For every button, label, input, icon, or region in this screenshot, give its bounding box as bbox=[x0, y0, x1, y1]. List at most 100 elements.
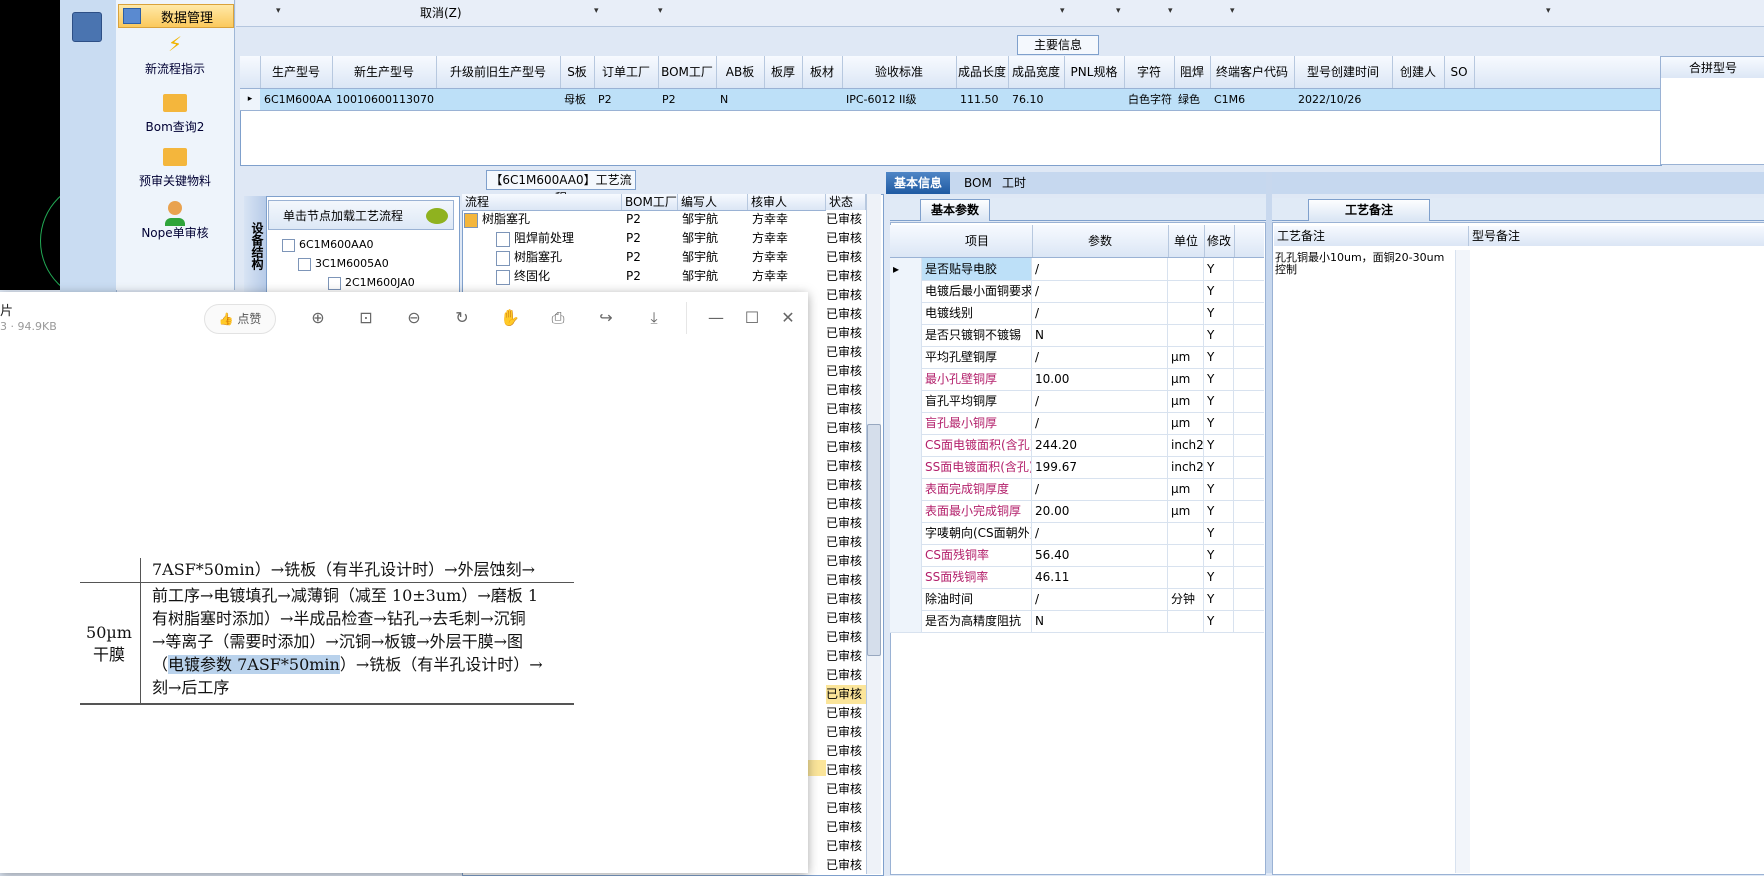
col-header[interactable]: 终端客户代码 bbox=[1210, 56, 1295, 88]
status-cell[interactable]: 已审核 bbox=[826, 381, 868, 400]
param-value[interactable]: / bbox=[1032, 588, 1168, 610]
col-header[interactable]: 生产型号 bbox=[260, 56, 333, 88]
col-unit[interactable]: 单位 bbox=[1168, 225, 1205, 257]
table-cell[interactable]: 10010600113070 bbox=[332, 89, 436, 110]
craft-note-text[interactable]: 孔孔铜最小10um，面铜20-30um控制 bbox=[1275, 252, 1451, 276]
table-cell[interactable] bbox=[1064, 89, 1124, 110]
col-header[interactable]: 成品长度 bbox=[956, 56, 1009, 88]
table-row[interactable]: 字唛朝向(CS面朝外) / Y bbox=[890, 522, 1264, 545]
status-cell[interactable]: 已审核 bbox=[826, 552, 868, 571]
calculator-icon[interactable] bbox=[72, 12, 102, 42]
status-cell[interactable]: 已审核 bbox=[826, 438, 868, 457]
tab-basic-params[interactable]: 基本参数 bbox=[920, 199, 990, 221]
table-row[interactable]: SS面电镀面积(含孔) 199.67 inch2 Y bbox=[890, 456, 1264, 479]
status-cell[interactable]: 已审核 bbox=[826, 457, 868, 476]
table-row[interactable]: 盲孔平均铜厚 / µm Y bbox=[890, 390, 1264, 413]
table-row[interactable]: 盲孔最小铜厚 / µm Y bbox=[890, 412, 1264, 435]
status-cell[interactable]: 已审核 bbox=[826, 533, 868, 552]
dropdown-arrow-icon[interactable]: ▾ bbox=[594, 6, 599, 16]
param-value[interactable]: / bbox=[1032, 346, 1168, 368]
param-value[interactable]: 46.11 bbox=[1032, 566, 1168, 588]
table-row[interactable]: 电镀线别 / Y bbox=[890, 302, 1264, 325]
dropdown-arrow-icon[interactable]: ▾ bbox=[1230, 6, 1235, 16]
param-value[interactable]: / bbox=[1032, 280, 1168, 302]
rotate-icon[interactable]: ↻ bbox=[452, 308, 472, 328]
tab-craft-notes[interactable]: 工艺备注 bbox=[1308, 199, 1430, 221]
col-header[interactable]: 字符 bbox=[1124, 56, 1175, 88]
param-value[interactable]: / bbox=[1032, 522, 1168, 544]
status-cell[interactable]: 已审核 bbox=[826, 476, 868, 495]
status-cell[interactable]: 已审核 bbox=[826, 685, 868, 704]
status-cell[interactable]: 已审核 bbox=[826, 362, 868, 381]
table-row[interactable]: 树脂塞孔 P2 邹宇航 方幸幸 bbox=[462, 248, 826, 267]
tree-vertical-tab[interactable]: 设备结构 bbox=[244, 196, 267, 296]
nav-item-key-materials[interactable]: 预审关键物料 bbox=[116, 144, 234, 189]
table-cell[interactable]: 111.50 bbox=[956, 89, 1008, 110]
status-cell[interactable]: 已审核 bbox=[826, 856, 868, 875]
param-value[interactable]: / bbox=[1032, 258, 1168, 280]
status-cell[interactable]: 已审核 bbox=[826, 229, 868, 248]
table-cell[interactable]: 绿色 bbox=[1174, 89, 1210, 110]
col-header[interactable]: 订单工厂 bbox=[594, 56, 659, 88]
status-cell[interactable]: 已审核 bbox=[826, 495, 868, 514]
col-header[interactable]: BOM工厂 bbox=[658, 56, 717, 88]
status-cell[interactable]: 已审核 bbox=[826, 799, 868, 818]
table-cell[interactable]: P2 bbox=[594, 89, 658, 110]
status-cell[interactable]: 已审核 bbox=[826, 647, 868, 666]
table-cell[interactable] bbox=[802, 89, 842, 110]
close-icon[interactable]: ✕ bbox=[778, 308, 798, 327]
col-header[interactable]: 创建人 bbox=[1392, 56, 1445, 88]
param-value[interactable]: 20.00 bbox=[1032, 500, 1168, 522]
fit-icon[interactable]: ⊡ bbox=[356, 308, 376, 328]
dropdown-arrow-icon[interactable]: ▾ bbox=[1168, 6, 1173, 16]
status-cell[interactable]: 已审核 bbox=[826, 780, 868, 799]
status-cell[interactable]: 已审核 bbox=[826, 723, 868, 742]
table-cell[interactable] bbox=[764, 89, 802, 110]
status-cell[interactable]: 已审核 bbox=[826, 609, 868, 628]
param-value[interactable]: N bbox=[1032, 324, 1168, 346]
nav-item-nope-review[interactable]: Nope单审核 bbox=[116, 196, 234, 241]
nav-item-bom-query[interactable]: Bom查询2 bbox=[116, 90, 234, 135]
status-cell[interactable]: 已审核 bbox=[826, 286, 868, 305]
status-cell[interactable]: 已审核 bbox=[826, 742, 868, 761]
param-value[interactable]: / bbox=[1032, 302, 1168, 324]
col-param[interactable]: 参数 bbox=[1032, 225, 1169, 257]
dropdown-arrow-icon[interactable]: ▾ bbox=[1116, 6, 1121, 16]
status-cell[interactable]: 已审核 bbox=[826, 324, 868, 343]
selected-text[interactable]: 电镀参数 7ASF*50min bbox=[168, 655, 340, 674]
table-cell[interactable] bbox=[436, 89, 560, 110]
table-cell[interactable]: N bbox=[716, 89, 764, 110]
param-value[interactable]: / bbox=[1032, 412, 1168, 434]
status-cell[interactable]: 已审核 bbox=[826, 514, 868, 533]
col-modify[interactable]: 修改 bbox=[1204, 225, 1235, 257]
doc-line-highlighted[interactable]: （电镀参数 7ASF*50min）→铣板（有半孔设计时）→ bbox=[152, 653, 574, 676]
table-cell[interactable]: 母板 bbox=[560, 89, 594, 110]
status-cell[interactable]: 已审核 bbox=[826, 400, 868, 419]
status-cell[interactable]: 已审核 bbox=[826, 666, 868, 685]
table-row[interactable]: SS面残铜率 46.11 Y bbox=[890, 566, 1264, 589]
tab-basic-info[interactable]: 基本信息 bbox=[886, 172, 951, 194]
col-bom-factory[interactable]: BOM工厂 bbox=[622, 194, 678, 210]
table-row[interactable]: 最小孔壁铜厚 10.00 µm Y bbox=[890, 368, 1264, 391]
col-flow[interactable]: 流程 bbox=[462, 194, 622, 210]
param-value[interactable]: 10.00 bbox=[1032, 368, 1168, 390]
table-row[interactable]: CS面残铜率 56.40 Y bbox=[890, 544, 1264, 567]
status-cell[interactable]: 已审核 bbox=[826, 704, 868, 723]
param-value[interactable]: 199.67 bbox=[1032, 456, 1168, 478]
cancel-menu-item[interactable]: 取消(Z) bbox=[420, 4, 462, 21]
col-header[interactable]: PNL规格 bbox=[1064, 56, 1125, 88]
status-cell[interactable]: 已审核 bbox=[826, 267, 868, 286]
param-value[interactable]: / bbox=[1032, 478, 1168, 500]
like-button[interactable]: 👍 点赞 bbox=[204, 304, 276, 334]
table-cell[interactable]: 6C1M600AA0 bbox=[260, 89, 332, 110]
download-icon[interactable]: ⤓ bbox=[644, 308, 664, 328]
col-header[interactable]: 板材 bbox=[802, 56, 843, 88]
table-row[interactable]: 是否只镀铜不镀锡 N Y bbox=[890, 324, 1264, 347]
minimize-icon[interactable]: — bbox=[706, 308, 726, 327]
table-cell[interactable]: 2022/10/26 bbox=[1294, 89, 1392, 110]
col-header[interactable]: 验收标准 bbox=[842, 56, 957, 88]
process-scroll-thumb[interactable] bbox=[867, 424, 881, 656]
table-row[interactable]: 阻焊前处理 P2 邹宇航 方幸幸 bbox=[462, 229, 826, 248]
table-row[interactable]: ▸ 6C1M600AA0 10010600113070 母板 P2 P2 N IPC-6012… bbox=[240, 89, 1660, 111]
craft-scrollbar[interactable] bbox=[1455, 250, 1470, 873]
